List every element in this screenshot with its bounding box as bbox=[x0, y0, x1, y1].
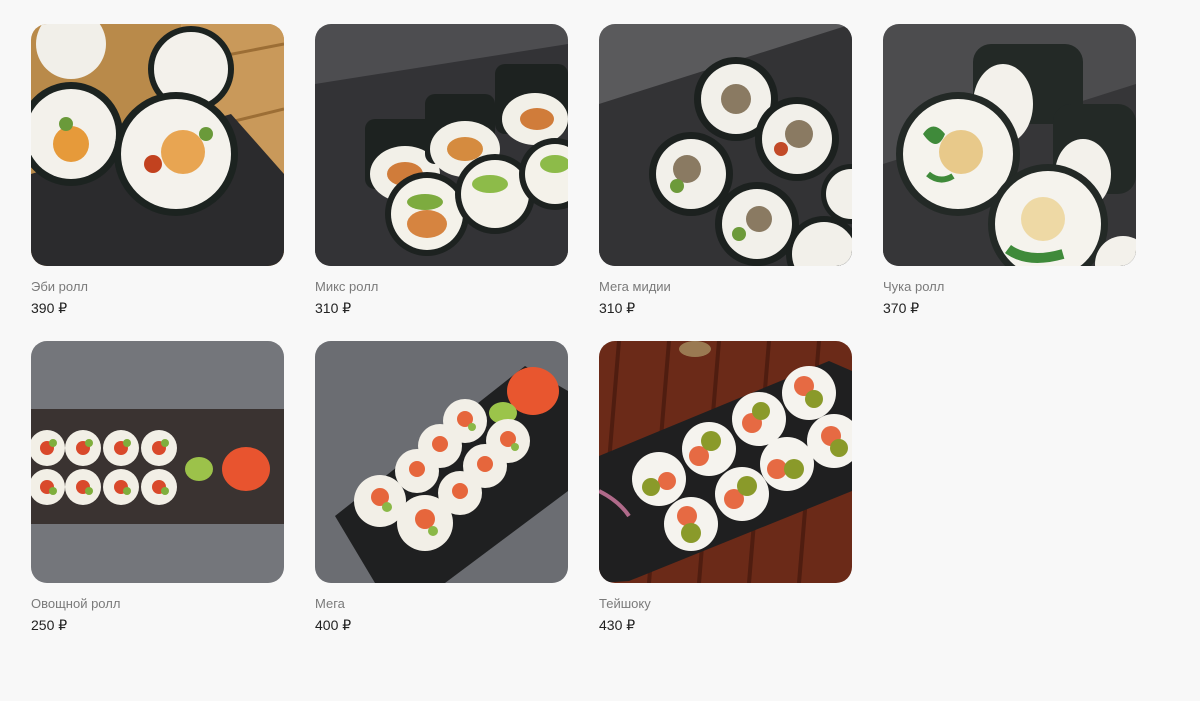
product-photo[interactable] bbox=[883, 24, 1136, 266]
product-card-ebi-roll[interactable]: Эби ролл 390 ₽ bbox=[31, 24, 284, 318]
product-photo[interactable] bbox=[315, 341, 568, 583]
product-name: Овощной ролл bbox=[31, 596, 121, 611]
product-name: Эби ролл bbox=[31, 279, 89, 294]
product-price: 390 ₽ bbox=[31, 300, 68, 316]
product-name: Чука ролл bbox=[883, 279, 945, 294]
product-price: 400 ₽ bbox=[315, 617, 352, 633]
product-card-teishoku[interactable]: Тейшоку 430 ₽ bbox=[599, 341, 852, 635]
product-photo[interactable] bbox=[599, 341, 852, 583]
product-price: 310 ₽ bbox=[599, 300, 636, 316]
sushi-photo-chuka bbox=[883, 24, 1136, 266]
product-price: 370 ₽ bbox=[883, 300, 920, 316]
product-name: Мега мидии bbox=[599, 279, 671, 294]
product-photo[interactable] bbox=[599, 24, 852, 266]
product-card-chuka-roll[interactable]: Чука ролл 370 ₽ bbox=[883, 24, 1136, 318]
product-card-vegetable-roll[interactable]: Овощной ролл 250 ₽ bbox=[31, 341, 284, 635]
sushi-photo-ebi bbox=[31, 24, 284, 266]
product-photo[interactable] bbox=[31, 341, 284, 583]
product-photo[interactable] bbox=[315, 24, 568, 266]
product-card-mega-mussels[interactable]: Мега мидии 310 ₽ bbox=[599, 24, 852, 318]
product-name: Микс ролл bbox=[315, 279, 379, 294]
product-price: 250 ₽ bbox=[31, 617, 68, 633]
product-name: Мега bbox=[315, 596, 345, 611]
product-price: 310 ₽ bbox=[315, 300, 352, 316]
product-price: 430 ₽ bbox=[599, 617, 636, 633]
sushi-photo-teishoku bbox=[599, 341, 852, 583]
sushi-photo-vegetable bbox=[31, 341, 284, 583]
product-grid: Эби ролл 390 ₽ Микс ролл 310 ₽ Мега миди… bbox=[31, 24, 1136, 635]
sushi-photo-mega bbox=[315, 341, 568, 583]
product-card-mega[interactable]: Мега 400 ₽ bbox=[315, 341, 568, 635]
sushi-photo-mix bbox=[315, 24, 568, 266]
product-card-mix-roll[interactable]: Микс ролл 310 ₽ bbox=[315, 24, 568, 318]
product-name: Тейшоку bbox=[599, 596, 651, 611]
product-photo[interactable] bbox=[31, 24, 284, 266]
sushi-photo-mega-mussels bbox=[599, 24, 852, 266]
